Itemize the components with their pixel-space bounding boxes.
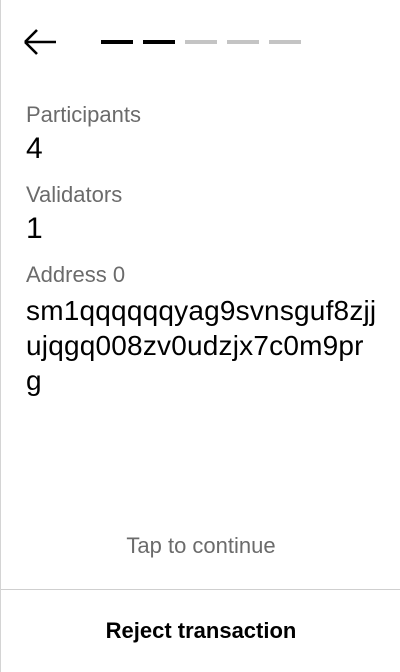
participants-label: Participants	[26, 102, 141, 127]
step-indicator	[185, 40, 217, 44]
step-indicator	[143, 40, 175, 44]
validators-label: Validators	[26, 182, 123, 207]
step-indicator	[101, 40, 133, 44]
participants-value: 4	[26, 132, 43, 165]
step-indicator	[269, 40, 301, 44]
device-screen: Participants 4 Validators 1 Address 0 sm…	[0, 0, 400, 672]
arrow-left-icon	[23, 28, 57, 61]
address-label: Address 0	[26, 262, 126, 287]
transaction-details: Participants 4 Validators 1 Address 0 sm…	[26, 101, 380, 398]
validators-value: 1	[26, 212, 43, 245]
reject-transaction-button[interactable]: Reject transaction	[1, 590, 400, 672]
address-value: sm1qqqqqqyag9svnsguf8zjjujqgq008zv0udzjx…	[26, 295, 377, 396]
tap-to-continue[interactable]: Tap to continue	[1, 533, 400, 559]
back-button[interactable]	[23, 26, 63, 62]
step-indicator	[227, 40, 259, 44]
progress-stepper	[101, 40, 301, 44]
